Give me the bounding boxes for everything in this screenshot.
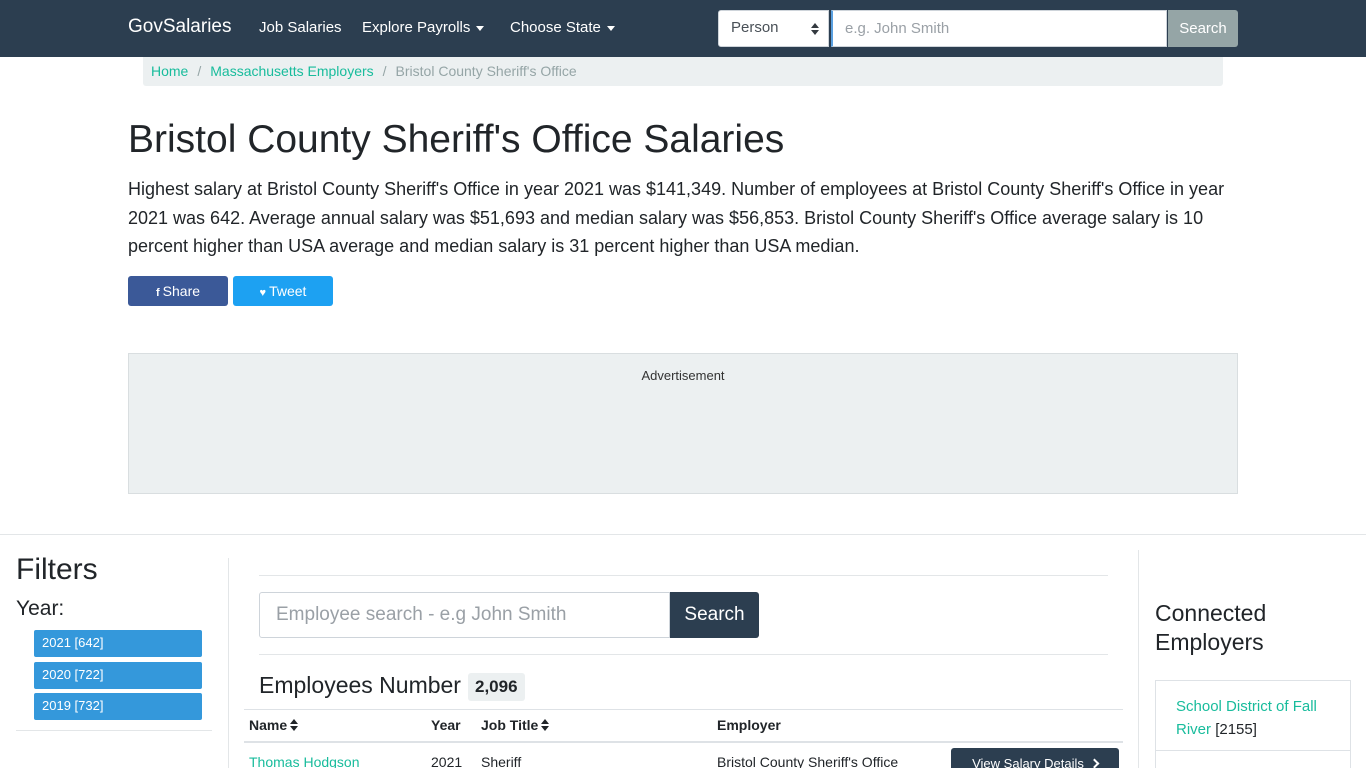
- column-header-year: Year: [431, 717, 461, 733]
- connected-employers-list: School District of Fall River [2155]: [1155, 680, 1351, 768]
- employee-name-link[interactable]: Thomas Hodgson: [249, 754, 360, 768]
- nav-choose-state[interactable]: Choose State: [510, 19, 615, 36]
- nav-job-salaries-label: Job Salaries: [259, 19, 342, 36]
- nav-explore-payrolls[interactable]: Explore Payrolls: [362, 19, 485, 36]
- list-divider: [1156, 750, 1350, 751]
- table-header-border: [244, 741, 1123, 743]
- facebook-share-button[interactable]: f Share: [128, 276, 228, 306]
- nav-search-input[interactable]: [831, 10, 1167, 47]
- breadcrumb-separator: /: [382, 63, 387, 79]
- employees-count-badge: 2,096: [468, 673, 525, 701]
- breadcrumb-massachusetts-employers[interactable]: Massachusetts Employers: [210, 63, 373, 79]
- year-filter-2021[interactable]: 2021 [642]: [34, 630, 202, 657]
- column-header-job-title[interactable]: Job Title: [481, 717, 550, 733]
- column-header-name-label: Name: [249, 717, 288, 733]
- section-divider: [0, 534, 1366, 535]
- row-year: 2021: [431, 754, 463, 768]
- twitter-tweet-button[interactable]: ♥ Tweet: [233, 276, 333, 306]
- filters-divider: [16, 730, 212, 731]
- facebook-icon: f: [155, 287, 160, 299]
- sort-icon: [541, 719, 550, 731]
- chevron-right-icon: [1089, 758, 1100, 768]
- view-salary-details-button[interactable]: View Salary Details: [951, 748, 1119, 768]
- advertisement-label: Advertisement: [641, 368, 725, 383]
- filters-title: Filters: [16, 553, 98, 586]
- advertisement-box: Advertisement: [128, 353, 1238, 494]
- navbar: GovSalaries Job Salaries Explore Payroll…: [0, 0, 1366, 57]
- column-header-name[interactable]: Name: [249, 717, 299, 733]
- connected-employers-title: Connected Employers: [1155, 600, 1267, 655]
- breadcrumb-home[interactable]: Home: [151, 63, 188, 79]
- connected-employer-count: [2155]: [1215, 721, 1257, 738]
- view-salary-details-label: View Salary Details: [972, 755, 1084, 768]
- year-filter-2020[interactable]: 2020 [722]: [34, 662, 202, 689]
- employee-search-button[interactable]: Search: [670, 592, 759, 638]
- column-divider-left: [228, 558, 229, 768]
- column-header-job-title-label: Job Title: [481, 717, 539, 733]
- filters-year-label: Year:: [16, 597, 65, 620]
- breadcrumb: Home / Massachusetts Employers / Bristol Cou…: [143, 57, 1223, 86]
- column-divider-right: [1138, 550, 1139, 768]
- employee-search-input[interactable]: [259, 592, 670, 638]
- intro-paragraph: Highest salary at Bristol County Sheriff…: [128, 179, 1225, 256]
- select-arrows-icon: [811, 23, 819, 35]
- row-job-title: Sheriff: [481, 754, 522, 768]
- search-type-value: Person: [731, 19, 779, 36]
- column-header-employer: Employer: [717, 717, 781, 733]
- year-filter-2019[interactable]: 2019 [732]: [34, 693, 202, 720]
- twitter-bird-icon: ♥: [259, 287, 267, 299]
- breadcrumb-separator: /: [197, 63, 202, 79]
- list-item: School District of Fall River [2155]: [1176, 695, 1336, 741]
- page-title: Bristol County Sheriff's Office Salaries: [128, 118, 785, 161]
- nav-explore-payrolls-label: Explore Payrolls: [362, 19, 471, 36]
- breadcrumb-current: Bristol County Sheriff's Office: [395, 63, 577, 79]
- nav-job-salaries[interactable]: Job Salaries: [259, 19, 342, 36]
- row-employer: Bristol County Sheriff's Office: [717, 754, 899, 768]
- brand-logo-link[interactable]: GovSalaries: [128, 16, 232, 38]
- caret-down-icon: [606, 25, 615, 31]
- main-divider: [259, 575, 1108, 576]
- sort-icon: [290, 719, 299, 731]
- caret-down-icon: [476, 25, 485, 31]
- share-label: Share: [162, 283, 201, 299]
- nav-search-button[interactable]: Search: [1168, 10, 1238, 47]
- nav-choose-state-label: Choose State: [510, 19, 601, 36]
- tweet-label: Tweet: [269, 283, 307, 299]
- main-divider: [259, 654, 1108, 655]
- table-top-border: [244, 709, 1123, 710]
- search-type-select[interactable]: Person: [718, 10, 829, 47]
- employees-number-label: Employees Number: [259, 672, 461, 698]
